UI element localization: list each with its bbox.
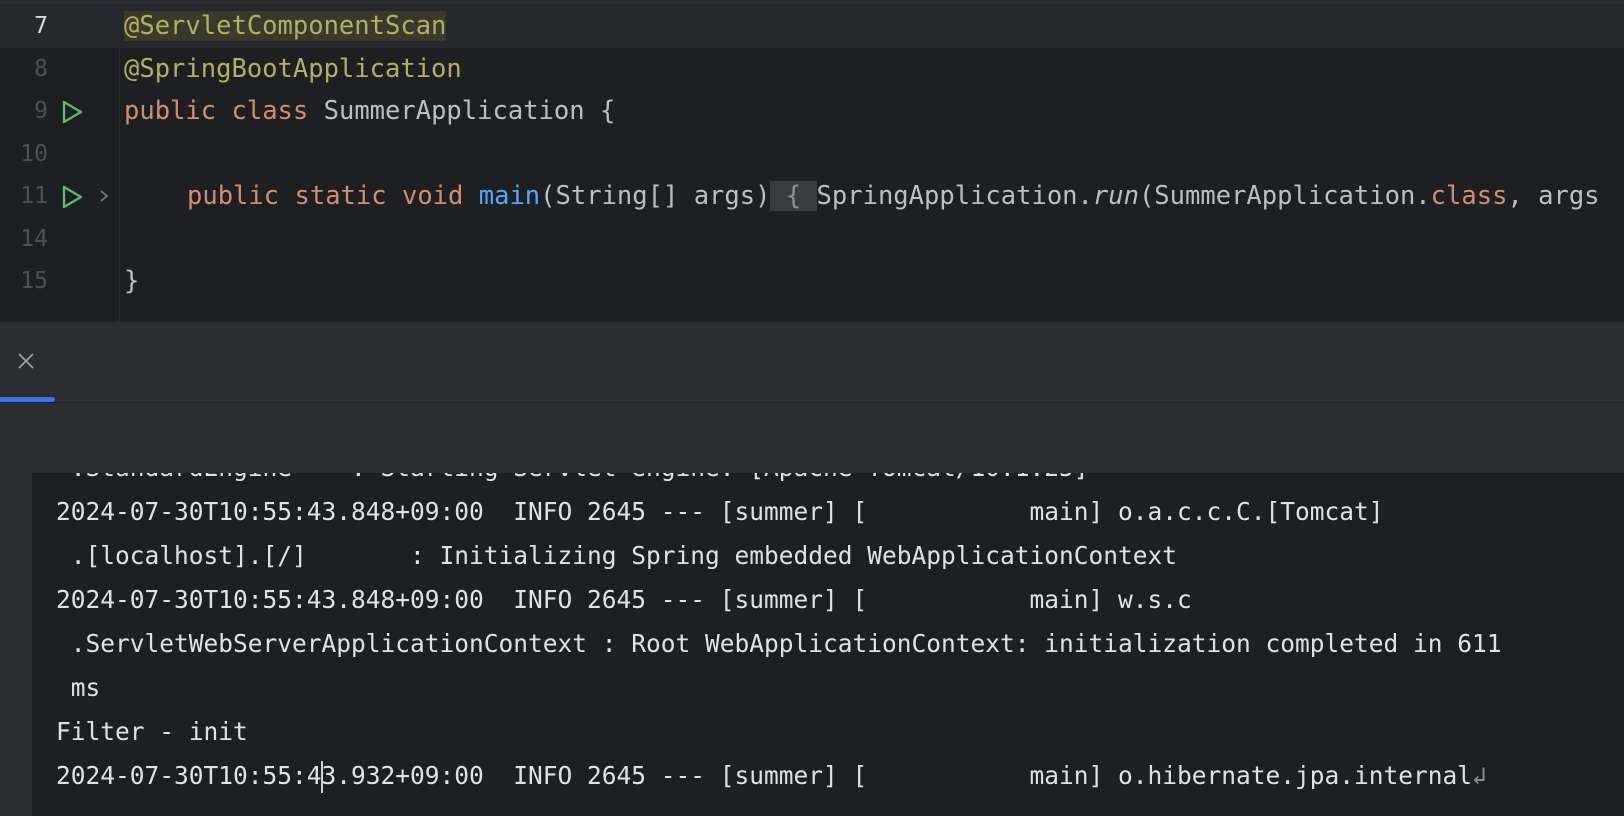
code-line-9[interactable]: 9 public class SummerApplication { [0, 89, 1624, 133]
run-toolbar [0, 403, 1624, 473]
log-line-current[interactable]: 2024-07-30T10:55:43.932+09:00 INFO 2645 … [56, 754, 1487, 798]
run-method: run [1092, 181, 1139, 211]
line-number: 8 [34, 56, 48, 82]
chevron-right-icon[interactable] [97, 187, 111, 205]
log-line: .StandardEngine : Starting Servlet engin… [56, 473, 1089, 490]
keyword-static: static [294, 181, 387, 211]
keyword-class: class [231, 96, 309, 126]
code-line-10[interactable]: 10 [0, 132, 1624, 176]
run-tool-window-header [0, 322, 1624, 402]
code-line-7[interactable]: 7 @ServletComponentScan [0, 4, 1624, 48]
closing-brace: } [124, 266, 140, 296]
console-output[interactable]: .StandardEngine : Starting Servlet engin… [0, 473, 1624, 816]
line-number: 9 [34, 98, 48, 124]
code-editor[interactable]: 7 @ServletComponentScan 8 @SpringBootApp… [0, 0, 1624, 322]
line-number: 10 [20, 141, 48, 167]
code-text[interactable]: @ServletComponentScan [124, 4, 447, 48]
code-line-11[interactable]: 11 public static void main(String[] args… [0, 174, 1624, 218]
code-text[interactable]: public static void main(String[] args) {… [187, 174, 1600, 218]
console-gutter [0, 473, 32, 816]
line-number: 14 [20, 226, 48, 252]
folded-brace[interactable]: { [770, 181, 817, 211]
line-number: 15 [20, 268, 48, 294]
log-line: 2024-07-30T10:55:43.848+09:00 INFO 2645 … [56, 497, 1384, 526]
args-ref: , args [1507, 181, 1600, 211]
code-line-8[interactable]: 8 @SpringBootApplication [0, 47, 1624, 91]
annotation-servlet-component-scan: @ServletComponentScan [124, 11, 447, 41]
keyword-public: public [124, 96, 217, 126]
log-line: Filter - init [56, 717, 248, 746]
run-class-icon[interactable] [59, 99, 85, 125]
line-number: 7 [34, 13, 48, 39]
log-text-after-caret: 3.932+09:00 INFO 2645 --- [summer] [ mai… [321, 761, 1473, 790]
log-line: .ServletWebServerApplicationContext : Ro… [56, 629, 1502, 658]
keyword-public: public [187, 181, 280, 211]
line-number: 11 [20, 183, 48, 209]
method-params: (String[] args) [540, 181, 771, 211]
close-icon[interactable] [16, 351, 36, 371]
log-text-before-caret: 2024-07-30T10:55:4 [56, 761, 322, 790]
code-line-14[interactable]: 14 [0, 217, 1624, 261]
method-name: main [478, 181, 541, 211]
log-line: 2024-07-30T10:55:43.848+09:00 INFO 2645 … [56, 585, 1192, 614]
code-text[interactable]: } [124, 259, 139, 303]
run-main-icon[interactable] [59, 184, 85, 210]
log-line: ms [56, 673, 101, 702]
soft-wrap-icon: ↲ [1472, 761, 1487, 790]
keyword-void: void [401, 181, 464, 211]
code-text[interactable]: public class SummerApplication { [124, 89, 615, 133]
summer-application-ref: (SummerApplication. [1138, 181, 1431, 211]
keyword-class: class [1430, 181, 1508, 211]
annotation-spring-boot-application: @SpringBootApplication [124, 54, 462, 84]
class-name: SummerApplication { [323, 96, 616, 126]
folded-brace-text: { [785, 181, 802, 211]
code-text[interactable]: @SpringBootApplication [124, 47, 462, 91]
code-line-15[interactable]: 15 } [0, 259, 1624, 303]
log-line: .[localhost].[/] : Initializing Spring e… [56, 541, 1178, 570]
spring-application-ref: SpringApplication. [816, 181, 1093, 211]
